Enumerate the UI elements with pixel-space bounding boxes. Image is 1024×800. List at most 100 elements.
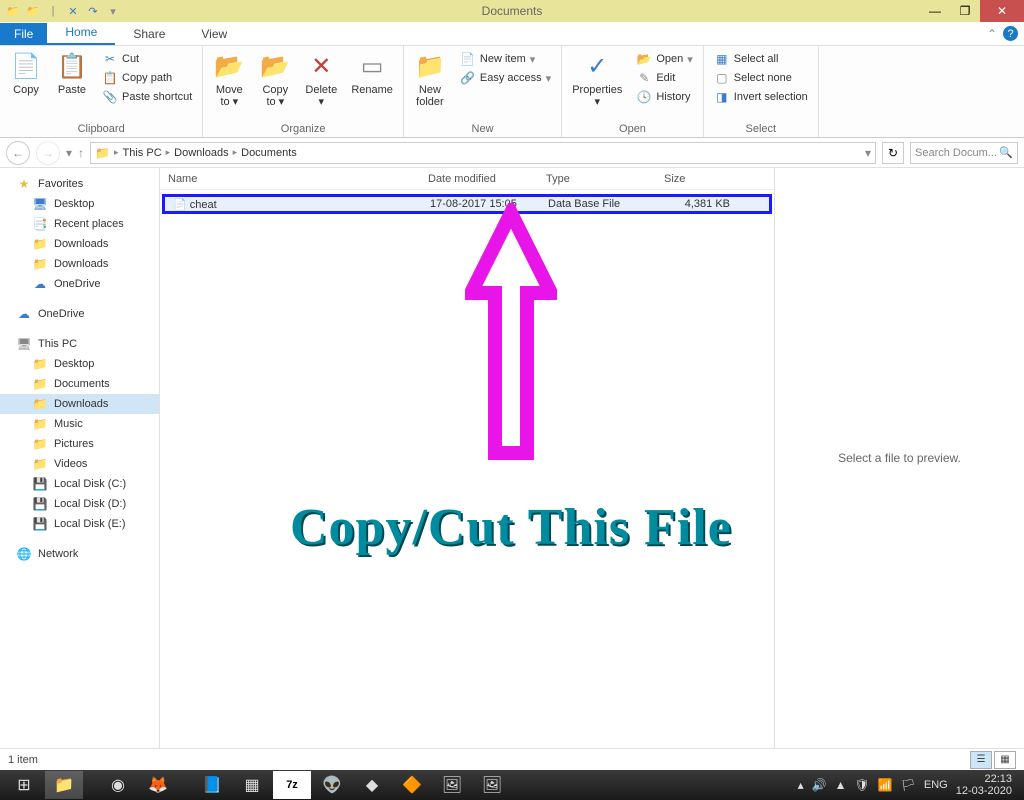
crumb-documents[interactable]: Documents (241, 147, 297, 159)
action-center-icon[interactable]: 🏳 (901, 778, 916, 792)
network-tray-icon[interactable]: 📶 (878, 778, 893, 792)
preview-text: Select a file to preview. (838, 451, 961, 465)
col-size[interactable]: Size (656, 173, 736, 185)
sidebar-music[interactable]: 📁Music (0, 414, 159, 434)
history-button[interactable]: 🕓History (632, 88, 696, 106)
rename-button[interactable]: ▭ Rename (345, 48, 399, 98)
address-dropdown-icon[interactable]: ▾ (865, 146, 871, 160)
clock-date: 12-03-2020 (956, 785, 1012, 797)
file-list[interactable]: Name Date modified Type Size 📄 cheat 17-… (160, 168, 774, 748)
sidebar-diskd[interactable]: 💾Local Disk (D:) (0, 494, 159, 514)
forward-button[interactable]: → (36, 141, 60, 165)
select-none-button[interactable]: ▢Select none (710, 69, 812, 87)
copy-button[interactable]: 📄 Copy (4, 48, 48, 98)
properties-button[interactable]: ✓ Properties▾ (566, 48, 628, 110)
folder-icon: 📁 (32, 416, 48, 432)
recent-dropdown-icon[interactable]: ▾ (66, 146, 72, 160)
app-taskbar-icon[interactable]: ▦ (233, 771, 271, 799)
sidebar-pictures[interactable]: 📁Pictures (0, 434, 159, 454)
sidebar-desktop[interactable]: 🖥Desktop (0, 194, 159, 214)
back-button[interactable]: ← (6, 141, 30, 165)
folder-icon: 📁 (32, 356, 48, 372)
copy-path-button[interactable]: 📋Copy path (98, 69, 196, 87)
app-taskbar-icon[interactable]: 🖼 (473, 771, 511, 799)
window-title: Documents (482, 4, 543, 18)
icons-view-button[interactable]: ▦ (994, 751, 1016, 769)
sidebar-onedrive[interactable]: ☁OneDrive (0, 274, 159, 294)
sidebar-documents[interactable]: 📁Documents (0, 374, 159, 394)
volume-icon[interactable]: 🔊 (812, 778, 827, 792)
refresh-button[interactable]: ↻ (882, 142, 904, 164)
firefox-taskbar-icon[interactable]: 🦊 (139, 771, 177, 799)
col-date[interactable]: Date modified (420, 173, 538, 185)
maximize-button[interactable]: ❐ (950, 0, 980, 22)
close-button[interactable]: ✕ (980, 0, 1024, 22)
home-tab[interactable]: Home (47, 21, 115, 45)
undo-icon[interactable]: ✕ (64, 2, 82, 20)
tray-up-icon[interactable]: ▴ (798, 778, 804, 792)
clock[interactable]: 22:13 12-03-2020 (956, 773, 1012, 797)
paste-button[interactable]: 📋 Paste (50, 48, 94, 98)
chrome-taskbar-icon[interactable]: ◉ (99, 771, 137, 799)
file-name: cheat (190, 199, 217, 211)
7z-taskbar-icon[interactable]: 7z (273, 771, 311, 799)
move-to-button[interactable]: 📂 Moveto ▾ (207, 48, 251, 110)
sidebar-videos[interactable]: 📁Videos (0, 454, 159, 474)
new-item-button[interactable]: 📄New item ▾ (456, 50, 555, 68)
qat-dropdown-icon[interactable]: ▾ (104, 2, 122, 20)
easy-access-button[interactable]: 🔗Easy access ▾ (456, 69, 555, 87)
edit-button[interactable]: ✎Edit (632, 69, 696, 87)
new-folder-button[interactable]: 📁 Newfolder (408, 48, 452, 110)
sidebar-thispc[interactable]: 🖥This PC (0, 334, 159, 354)
crumb-thispc[interactable]: This PC (123, 147, 162, 159)
sidebar-onedrive2[interactable]: ☁OneDrive (0, 304, 159, 324)
sidebar-downloads3[interactable]: 📁Downloads (0, 394, 159, 414)
sidebar-downloads2[interactable]: 📁Downloads (0, 254, 159, 274)
file-row[interactable]: 📄 cheat 17-08-2017 15:05 Data Base File … (162, 194, 772, 214)
sidebar-desktop2[interactable]: 📁Desktop (0, 354, 159, 374)
app-taskbar-icon[interactable]: ◆ (353, 771, 391, 799)
open-button[interactable]: 📂Open ▾ (632, 50, 696, 68)
col-name[interactable]: Name (160, 173, 420, 185)
start-button[interactable]: ⊞ (5, 771, 43, 799)
paste-shortcut-button[interactable]: 📎Paste shortcut (98, 88, 196, 106)
favorites-label: Favorites (38, 178, 83, 190)
tray-icon[interactable]: 🛡 (854, 778, 869, 792)
sidebar-diskc[interactable]: 💾Local Disk (C:) (0, 474, 159, 494)
select-all-button[interactable]: ▦Select all (710, 50, 812, 68)
sidebar-downloads[interactable]: 📁Downloads (0, 234, 159, 254)
language-indicator[interactable]: ENG (924, 779, 948, 791)
tray-icon[interactable]: ▲ (835, 778, 847, 792)
up-button[interactable]: ↑ (78, 146, 84, 160)
address-field[interactable]: 📁 ▸This PC ▸Downloads ▸Documents ▾ (90, 142, 876, 164)
view-tab[interactable]: View (183, 23, 245, 45)
sidebar-diske[interactable]: 💾Local Disk (E:) (0, 514, 159, 534)
share-tab[interactable]: Share (115, 23, 183, 45)
file-size: 4,381 KB (658, 198, 738, 210)
app-taskbar-icon[interactable]: 👽 (313, 771, 351, 799)
delete-button[interactable]: ✕ Delete▾ (299, 48, 343, 110)
collapse-ribbon-icon[interactable]: ⌃ (987, 27, 997, 41)
sidebar-network[interactable]: 🌐Network (0, 544, 159, 564)
file-tab[interactable]: File (0, 23, 47, 45)
help-icon[interactable]: ? (1003, 26, 1018, 41)
crumb-downloads[interactable]: Downloads (174, 147, 228, 159)
search-input[interactable]: Search Docum... 🔍 (910, 142, 1018, 164)
explorer-taskbar-icon[interactable]: 📁 (45, 771, 83, 799)
sidebar-recent[interactable]: 📑Recent places (0, 214, 159, 234)
col-type[interactable]: Type (538, 173, 656, 185)
app-taskbar-icon[interactable]: 🖼 (433, 771, 471, 799)
rename-label: Rename (351, 84, 393, 96)
redo-icon[interactable]: ↷ (84, 2, 102, 20)
file-date: 17-08-2017 15:05 (422, 198, 540, 210)
copy-to-button[interactable]: 📂 Copyto ▾ (253, 48, 297, 110)
minimize-button[interactable]: — (920, 0, 950, 22)
details-view-button[interactable]: ☰ (970, 751, 992, 769)
app-taskbar-icon[interactable]: 📘 (193, 771, 231, 799)
cut-button[interactable]: ✂Cut (98, 50, 196, 68)
invert-selection-button[interactable]: ◨Invert selection (710, 88, 812, 106)
favorites-header[interactable]: ★Favorites (0, 174, 159, 194)
onedrive-icon: ☁ (16, 306, 32, 322)
new-folder-icon[interactable]: 📁 (24, 2, 42, 20)
vlc-taskbar-icon[interactable]: 🔶 (393, 771, 431, 799)
